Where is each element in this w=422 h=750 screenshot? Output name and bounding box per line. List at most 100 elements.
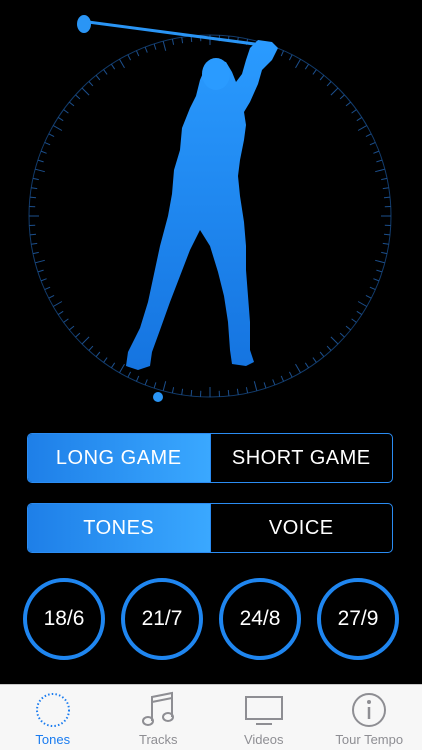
dial-tick: [312, 357, 317, 363]
dial-tick: [31, 187, 38, 190]
dial-tick: [57, 116, 64, 122]
dial-tick: [35, 259, 45, 264]
dial-tick: [48, 294, 55, 299]
dial-tick: [339, 332, 345, 338]
dial-tick: [110, 362, 116, 369]
dial-tick: [44, 286, 51, 291]
dial-tick: [288, 371, 293, 378]
dial-tick: [253, 381, 258, 391]
dial-tick: [95, 74, 101, 81]
tones-option[interactable]: TONES: [28, 504, 210, 552]
dial-tick: [88, 81, 94, 87]
dial-tick: [319, 351, 325, 358]
dial-tick: [110, 63, 116, 70]
voice-option[interactable]: VOICE: [209, 504, 393, 552]
mode-selector[interactable]: TONES VOICE: [27, 503, 393, 553]
dial-tick: [119, 363, 125, 374]
dial-tick: [382, 187, 389, 190]
dial-tick: [369, 141, 376, 146]
dial-tick: [44, 141, 51, 146]
dial-tick: [376, 159, 383, 163]
long-game-option[interactable]: LONG GAME: [28, 434, 210, 482]
dial-tick: [345, 101, 352, 107]
dial-tick: [181, 37, 184, 44]
dial-tick: [357, 301, 368, 307]
dial-tick: [135, 50, 140, 57]
short-game-option[interactable]: SHORT GAME: [209, 434, 393, 482]
tab-label: Videos: [243, 732, 284, 747]
dial-tick: [32, 177, 39, 181]
dial-tick: [144, 379, 148, 386]
dial-tick: [103, 357, 108, 363]
dial-tick: [272, 379, 276, 386]
dial-tick: [37, 269, 44, 273]
dial-tick: [376, 269, 383, 273]
dial-tick: [383, 196, 391, 199]
dial-tick: [304, 63, 310, 70]
dial-tick: [369, 286, 376, 291]
ratio-button-21-7[interactable]: 21/7: [121, 578, 203, 660]
tab-tones[interactable]: Tones: [0, 685, 106, 750]
ratio-button-18-6[interactable]: 18/6: [23, 578, 105, 660]
dial-tick: [326, 81, 332, 87]
tab-videos[interactable]: Videos: [211, 685, 317, 750]
dial-tick: [31, 242, 38, 245]
tv-icon: [242, 690, 286, 730]
dial-tick: [57, 310, 64, 316]
dial-tick: [381, 251, 388, 255]
dial-tick: [162, 381, 167, 391]
dial-tick: [162, 41, 167, 51]
dial-tick: [75, 94, 81, 100]
dial-tick: [88, 345, 94, 351]
dial-tick: [330, 336, 339, 345]
dial-tick: [319, 74, 325, 81]
dial-tick: [263, 382, 267, 389]
dial-tick: [35, 168, 45, 173]
dial-tick: [373, 278, 380, 282]
dial-tick: [32, 251, 39, 255]
dial-tick: [356, 116, 363, 122]
tab-tracks[interactable]: Tracks: [106, 685, 212, 750]
tab-tour-tempo[interactable]: Tour Tempo: [317, 685, 422, 750]
dial-icon: [31, 690, 75, 730]
dial-tick: [330, 87, 339, 96]
dial-tick: [381, 177, 388, 181]
dial-tick: [351, 318, 357, 323]
dial-indicator-dot: [153, 392, 163, 402]
dial-tick: [373, 150, 380, 154]
dial-tick: [48, 133, 55, 138]
dial-tick: [81, 87, 90, 96]
dial-tick: [236, 388, 239, 395]
golfer-silhouette: [126, 40, 278, 370]
dial-tick: [295, 363, 301, 374]
music-note-icon: [136, 690, 180, 730]
game-selector[interactable]: LONG GAME SHORT GAME: [27, 433, 393, 483]
club-head: [77, 15, 91, 33]
dial-tick: [127, 54, 132, 61]
ratio-button-24-8[interactable]: 24/8: [219, 578, 301, 660]
dial-tick: [40, 150, 47, 154]
golfer-head: [202, 58, 230, 90]
dial-tick: [304, 362, 310, 369]
dial-tick: [312, 69, 317, 75]
dial-tick: [245, 387, 249, 394]
dial-tick: [68, 325, 75, 331]
dial-tick: [375, 168, 385, 173]
dial-tick: [351, 109, 357, 114]
dial-tick: [153, 382, 157, 389]
dial-tick: [280, 50, 285, 57]
dial-tick: [357, 125, 368, 131]
tab-label: Tracks: [138, 732, 178, 747]
tab-bar: Tones Tracks Videos Tour Tempo: [0, 684, 422, 750]
tab-label: Tour Tempo: [335, 732, 404, 747]
dial-tick: [339, 94, 345, 100]
dial-tick: [295, 58, 301, 69]
dial-tick: [81, 336, 90, 345]
dial-tick: [75, 332, 81, 338]
dial-tick: [29, 196, 37, 199]
info-icon: [347, 690, 391, 730]
ratio-button-27-9[interactable]: 27/9: [317, 578, 399, 660]
dial-tick: [63, 109, 69, 114]
dial-tick: [95, 351, 101, 358]
dial-tick: [356, 310, 363, 316]
